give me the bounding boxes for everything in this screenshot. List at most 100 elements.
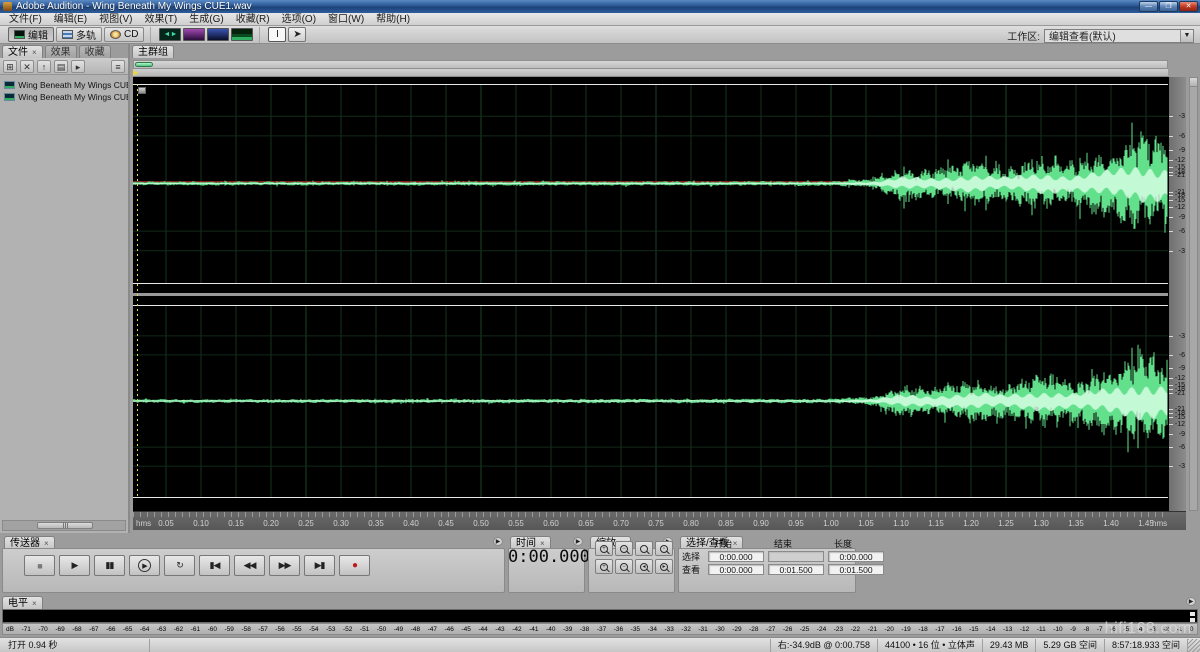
- view-end-field[interactable]: 0:01.500: [768, 564, 824, 575]
- chevron-down-icon[interactable]: ▼: [1180, 29, 1193, 42]
- title-bar[interactable]: Adobe Audition - Wing Beneath My Wings C…: [0, 0, 1200, 13]
- zoom-out-vertical-button[interactable]: −: [615, 559, 633, 574]
- level-scale-label: -43: [495, 626, 505, 633]
- zoom-out-full-button[interactable]: [635, 541, 653, 556]
- menu-item[interactable]: 收藏(R): [230, 13, 276, 26]
- menu-item[interactable]: 文件(F): [3, 13, 48, 26]
- edit-view-button[interactable]: 编辑: [8, 27, 54, 42]
- time-selection-tool-button[interactable]: I: [268, 27, 287, 42]
- selection-end-field[interactable]: [768, 551, 824, 562]
- file-list-item[interactable]: Wing Beneath My Wings CUE1: [0, 79, 128, 90]
- timeline-tick-label: 1.35: [1068, 519, 1084, 528]
- close-file-icon[interactable]: ✕: [20, 59, 34, 73]
- import-file-icon[interactable]: ↑: [37, 59, 51, 73]
- waveform-display-button[interactable]: ◄►: [159, 28, 182, 41]
- zoom-scrollbar-thumb[interactable]: [135, 62, 153, 67]
- scrollbar-thumb[interactable]: [37, 522, 93, 529]
- channel-divider[interactable]: [133, 293, 1168, 296]
- waveform-channel-left[interactable]: [133, 84, 1168, 283]
- file-list-item[interactable]: Wing Beneath My Wings CUE2: [0, 91, 128, 102]
- close-button[interactable]: ✕: [1179, 1, 1198, 12]
- waveform-channel-right[interactable]: [133, 305, 1168, 497]
- panel-menu-icon[interactable]: ▶: [573, 537, 583, 546]
- zoom-panel: 缩放× ▶ +−▫+−◂▸: [588, 535, 675, 593]
- zoom-to-selection-button[interactable]: ▫: [655, 541, 673, 556]
- menu-item[interactable]: 效果(T): [138, 13, 183, 26]
- selection-length-field[interactable]: 0:00.000: [828, 551, 884, 562]
- menu-item[interactable]: 窗口(W): [322, 13, 370, 26]
- spectral-phase-display-button[interactable]: [231, 28, 254, 41]
- maximize-button[interactable]: ❐: [1159, 1, 1178, 12]
- fast-forward-button[interactable]: ▶▶: [269, 555, 300, 576]
- panel-menu-icon[interactable]: ▶: [1186, 597, 1196, 606]
- menu-item[interactable]: 帮助(H): [370, 13, 416, 26]
- tab-favorites[interactable]: 收藏: [78, 45, 111, 58]
- pause-button[interactable]: ▮▮: [94, 555, 125, 576]
- timeline-ruler[interactable]: hms 0.05 0.10 0.15 0.20 0.25 0.30 0.35 0.40 0.45 0…: [133, 511, 1186, 530]
- selection-view-table: 开始 结束 长度 选择 0:00.000 0:00.000 查看 0:00.00…: [682, 537, 888, 576]
- minimize-button[interactable]: —: [1139, 1, 1158, 12]
- waveform-display[interactable]: -3 -3 -6 -6 -9 -9 -12 -12 -15 -15 -18 -18 -21 -21 -3 -3…: [133, 77, 1186, 511]
- level-scale-label: -39: [562, 626, 573, 633]
- record-button[interactable]: ●: [339, 555, 370, 576]
- cd-view-button[interactable]: CD: [104, 27, 145, 42]
- playhead-marker-icon[interactable]: [133, 70, 139, 76]
- timeline-tick-label: 1.10: [893, 519, 909, 528]
- db-ruler-tick: [1169, 217, 1173, 219]
- loop-button[interactable]: ↻: [164, 555, 195, 576]
- menu-item[interactable]: 选项(O): [276, 13, 322, 26]
- go-to-end-button[interactable]: ▶▮: [304, 555, 335, 576]
- menu-item[interactable]: 编辑(E): [48, 13, 93, 26]
- zoom-in-horizontal-button[interactable]: +: [595, 541, 613, 556]
- open-file-icon[interactable]: ⊞: [3, 59, 17, 73]
- level-scale-label: -59: [224, 626, 234, 633]
- level-scale-label: -29: [732, 626, 742, 633]
- tab-main-group[interactable]: 主群组: [132, 45, 174, 58]
- panel-menu-icon[interactable]: ▶: [493, 537, 503, 546]
- close-icon[interactable]: ×: [32, 599, 37, 608]
- tab-effects[interactable]: 效果: [44, 45, 77, 58]
- close-icon[interactable]: ×: [44, 539, 49, 548]
- sort-icon[interactable]: ≡: [111, 59, 125, 73]
- workspace-dropdown[interactable]: 编辑查看(默认) ▼: [1044, 28, 1194, 43]
- play-looped-button[interactable]: ▶: [129, 555, 160, 576]
- zoom-to-left-edge-icon: ◂: [640, 562, 648, 571]
- tab-files[interactable]: 文件 ×: [2, 45, 43, 58]
- level-scale-label: -34: [647, 626, 657, 633]
- zoom-to-left-edge-button[interactable]: ◂: [635, 559, 653, 574]
- level-scale-label: -11: [1036, 626, 1046, 633]
- amplitude-ruler[interactable]: -3 -3 -6 -6 -9 -9 -12 -12 -15 -15 -18 -18 -21 -21 -3 -3…: [1168, 77, 1186, 511]
- zoom-in-vertical-button[interactable]: +: [595, 559, 613, 574]
- selection-handle-icon[interactable]: [138, 87, 146, 94]
- db-ruler-tick: [1169, 149, 1173, 151]
- zoom-out-horizontal-button[interactable]: −: [615, 541, 633, 556]
- level-scale-label: -51: [359, 626, 370, 633]
- menu-item[interactable]: 生成(G): [183, 13, 229, 26]
- zoom-to-right-edge-button[interactable]: ▸: [655, 559, 673, 574]
- go-to-beginning-button[interactable]: ▮◀: [199, 555, 230, 576]
- spectral-pan-display-button[interactable]: [207, 28, 230, 41]
- db-ruler-tick: [1169, 354, 1173, 356]
- insert-multitrack-icon[interactable]: ▤: [54, 59, 68, 73]
- resize-grip[interactable]: [1188, 638, 1200, 652]
- play-file-icon[interactable]: ▸: [71, 59, 85, 73]
- files-horizontal-scrollbar[interactable]: [2, 520, 126, 531]
- selection-start-field[interactable]: 0:00.000: [708, 551, 764, 562]
- horizontal-zoom-scrollbar[interactable]: [133, 60, 1168, 69]
- menu-item[interactable]: 视图(V): [93, 13, 138, 26]
- tab-level[interactable]: 电平 ×: [2, 596, 43, 609]
- vertical-scrollbar[interactable]: [1189, 77, 1198, 511]
- view-length-field[interactable]: 0:01.500: [828, 564, 884, 575]
- spectral-frequency-display-button[interactable]: [183, 28, 206, 41]
- play-button[interactable]: ▶: [59, 555, 90, 576]
- stop-button[interactable]: ■: [24, 555, 55, 576]
- multitrack-view-button[interactable]: 多轨: [56, 27, 102, 42]
- view-start-field[interactable]: 0:00.000: [708, 564, 764, 575]
- marker-strip[interactable]: [133, 69, 1168, 77]
- db-ruler-tick: [1169, 171, 1173, 173]
- close-icon[interactable]: ×: [32, 48, 37, 57]
- rewind-button[interactable]: ◀◀: [234, 555, 265, 576]
- record-icon: ●: [351, 560, 358, 571]
- scrub-tool-button[interactable]: ➤: [288, 27, 307, 42]
- level-meter[interactable]: [2, 609, 1198, 623]
